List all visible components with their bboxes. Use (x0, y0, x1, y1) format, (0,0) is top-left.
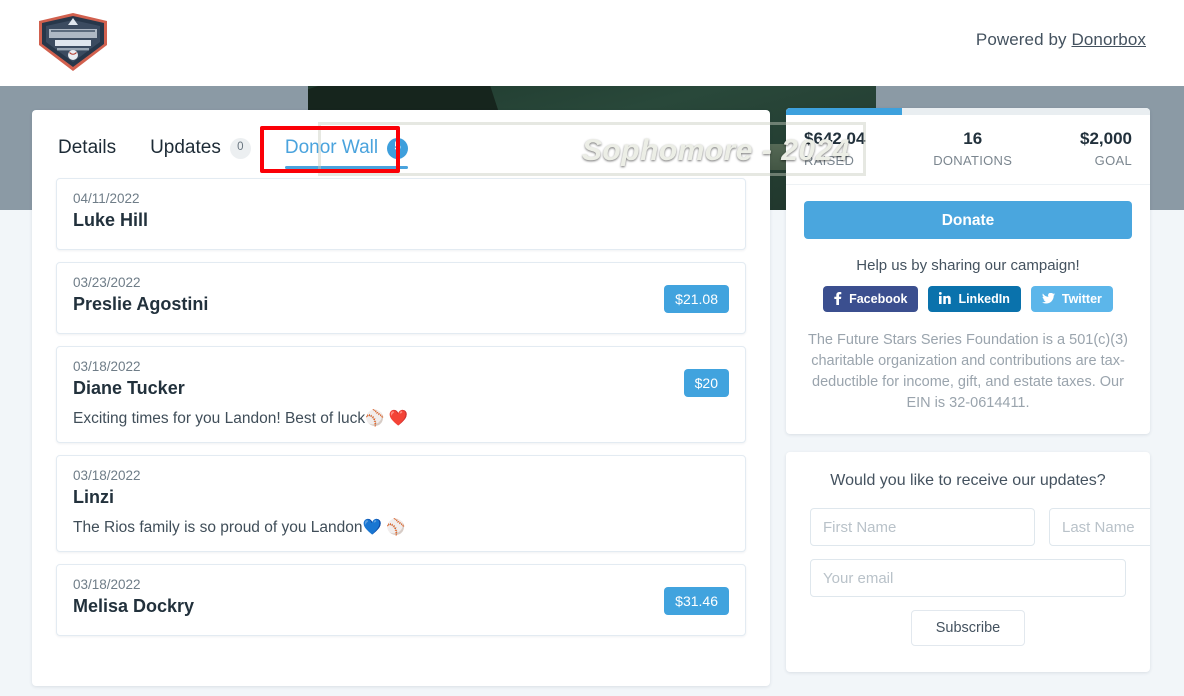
tax-disclaimer: The Future Stars Series Foundation is a … (808, 332, 1128, 412)
stat-goal: $2,000 GOAL (1080, 129, 1132, 168)
donation-amount-badge: $31.46 (664, 587, 729, 615)
share-linkedin-button[interactable]: LinkedIn (928, 286, 1021, 312)
newsletter-title: Would you like to receive our updates? (830, 472, 1106, 490)
hero-caption: Sophomore - 2024 (581, 134, 850, 167)
newsletter-email-row (810, 559, 1126, 598)
donor-name: Luke Hill (73, 210, 149, 230)
subscribe-button[interactable]: Subscribe (910, 610, 1026, 647)
donate-button[interactable]: Donate (804, 201, 1132, 239)
goal-progress-fill (786, 108, 903, 115)
facebook-icon (834, 291, 842, 307)
donate-button-wrap: Donate (786, 185, 1150, 253)
donor-row: 03/23/2022 Preslie Agostini $21.08 (56, 262, 746, 334)
first-name-input[interactable] (810, 508, 1035, 547)
linkedin-icon (939, 292, 952, 306)
donor-name: Melisa Dockry (73, 596, 195, 616)
tab-details-label: Details (58, 137, 117, 158)
stat-donations-label: DONATIONS (933, 153, 1013, 168)
donation-amount-badge: $20 (683, 369, 729, 397)
donor-date: 03/18/2022 (73, 577, 141, 592)
email-input[interactable] (810, 559, 1126, 598)
subscribe-wrap: Subscribe (810, 610, 1126, 647)
newsletter-name-row (810, 508, 1150, 547)
share-facebook-button[interactable]: Facebook (823, 286, 919, 312)
donor-message: The Rios family is so proud of you Lando… (73, 519, 406, 536)
donation-amount-badge: $21.08 (664, 285, 729, 313)
powered-by-text: Powered by Donorbox (976, 30, 1146, 50)
tab-updates[interactable]: Updates 0 (150, 137, 251, 169)
stat-donations-value: 16 (963, 129, 983, 148)
share-linkedin-label: LinkedIn (958, 292, 1010, 306)
last-name-input[interactable] (1049, 508, 1150, 547)
donor-row: 03/18/2022 Linzi The Rios family is so p… (56, 455, 746, 552)
tab-updates-count-badge: 0 (229, 137, 251, 159)
donorbox-link[interactable]: Donorbox (1071, 30, 1146, 49)
donor-row: 03/18/2022 Diane Tucker Exciting times f… (56, 346, 746, 443)
tab-updates-label: Updates (150, 137, 221, 158)
share-buttons: Facebook LinkedIn Twitter (786, 286, 1150, 328)
donor-name: Diane Tucker (73, 378, 185, 398)
share-twitter-button[interactable]: Twitter (1030, 286, 1113, 312)
goal-progress-track (786, 108, 1150, 115)
donor-date: 03/18/2022 (73, 468, 141, 483)
site-header: Powered by Donorbox (0, 0, 1184, 86)
tab-details[interactable]: Details (58, 137, 116, 169)
stat-goal-value: $2,000 (1079, 129, 1132, 148)
donor-wall-list: 04/11/2022 Luke Hill 03/23/2022 Preslie … (32, 174, 770, 664)
share-facebook-label: Facebook (849, 292, 908, 306)
donor-name: Preslie Agostini (73, 294, 209, 314)
donor-date: 03/23/2022 (73, 275, 141, 290)
share-prompt: Help us by sharing our campaign! (856, 257, 1080, 274)
campaign-sidebar: $642.04 RAISED 16 DONATIONS $2,000 GOAL … (786, 108, 1150, 673)
donor-row: 04/11/2022 Luke Hill (56, 178, 746, 250)
shield-logo-icon (39, 13, 107, 71)
stat-goal-label: GOAL (1094, 153, 1132, 168)
share-twitter-label: Twitter (1061, 292, 1102, 306)
donor-date: 03/18/2022 (73, 359, 141, 374)
foundation-logo[interactable] (27, 9, 119, 75)
donor-message: Exciting times for you Landon! Best of l… (73, 410, 408, 427)
twitter-icon (1041, 292, 1055, 306)
donation-campaign-page: Powered by Donorbox Sophomore - 2024 Det… (0, 0, 1184, 696)
campaign-main-panel: Details Updates 0 Donor Wall 5 04/11/202… (32, 110, 770, 686)
stat-donations: 16 DONATIONS (933, 129, 1012, 168)
powered-by-prefix: Powered by (975, 30, 1072, 49)
donor-date: 04/11/2022 (73, 191, 140, 206)
donor-row: 03/18/2022 Melisa Dockry $31.46 (56, 564, 746, 636)
newsletter-signup-card: Would you like to receive our updates? S… (786, 452, 1150, 673)
donor-name: Linzi (73, 487, 114, 507)
